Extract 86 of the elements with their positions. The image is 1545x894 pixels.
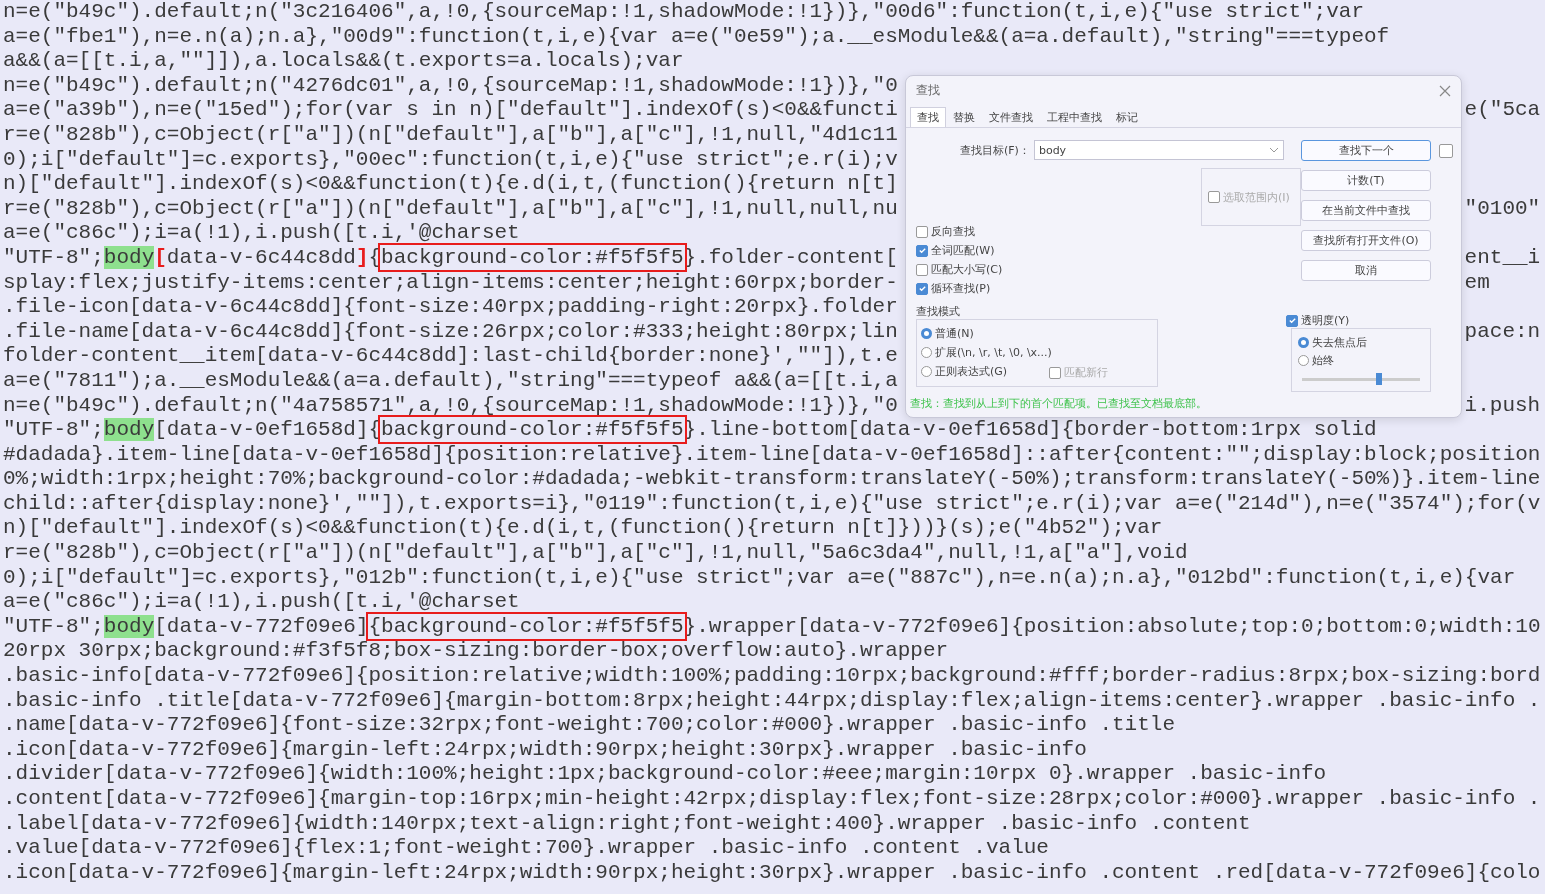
- option-checkbox[interactable]: 循环查找(P): [916, 281, 1301, 296]
- code-text: .content[data-v-772f09e6]{margin-top:16rpx;min-height:42rpx;display:flex;font-size:28rpx;color:#000}.wrapper .basic-info .: [3, 787, 1541, 810]
- status-message: 查找：查找到从上到下的首个匹配项。已查找至文档最底部。: [909, 396, 1208, 412]
- search-mode-label: 查找模式: [916, 304, 961, 319]
- matching-bracket: [: [154, 245, 167, 269]
- code-text: folder-content__item[data-v-6c44c8dd]:last-child{border:none}',""]),t.e: [3, 344, 898, 368]
- dialog-tab[interactable]: 替换: [946, 107, 982, 127]
- code-text: ent__i: [1464, 245, 1541, 271]
- code-text: [data-v-772f09e6]: [154, 614, 369, 638]
- code-text: [data-v-0ef1658d]{: [154, 418, 382, 442]
- code-text: r=e("828b"),c=Object(r["a"])(n["default"],a["b"],a["c"],!1,null,"4d1c11: [3, 122, 898, 146]
- checkmark-icon: [917, 246, 927, 255]
- dialog-button[interactable]: 查找所有打开文件(O): [1301, 230, 1431, 251]
- code-text: "UTF-8";: [3, 245, 104, 269]
- find-target-label: 查找目标(F)：: [960, 142, 1030, 158]
- code-text: pace:n: [1464, 319, 1541, 345]
- code-text: child::after{display:none}',""]),t.exports=i},"0119":function(t,i,e){"use strict";e.r(i);var a=e("214d"),n=e("3574");for(v: [3, 491, 1541, 515]
- code-text: }.wrapper[data-v-772f09e6]{position:absolute;top:0;bottom:0;width:10: [683, 614, 1541, 638]
- code-text: .icon[data-v-772f09e6]{margin-left:24rpx;width:90rpx;height:30rpx}.wrapper .basic-info: [3, 737, 1087, 761]
- option-checkbox[interactable]: 匹配大小写(C): [916, 262, 1301, 277]
- search-match: body: [103, 245, 155, 269]
- checkmark-icon: [1287, 316, 1297, 325]
- code-text: "0100": [1464, 196, 1541, 222]
- transparency-checkbox[interactable]: 透明度(Y): [1286, 313, 1461, 328]
- dialog-tab[interactable]: 文件查找: [982, 107, 1040, 127]
- code-text: n)["default"].indexOf(s)<0&&function(t){e.d(i,t,(function(){return n[t]}))}(s);e("4b52");var: [3, 516, 1163, 540]
- code-text: 0);i["default"]=c.exports},"00ec":function(t,i,e){"use strict";e.r(i);v: [3, 147, 898, 171]
- code-text: .basic-info .title[data-v-772f09e6]{margin-bottom:8rpx;height:44rpx;display:flex;align-items:center}.wrapper .basic-info .: [3, 688, 1541, 712]
- dialog-tab[interactable]: 标记: [1109, 107, 1145, 127]
- dialog-button[interactable]: 取消: [1301, 260, 1431, 281]
- code-text: a=e("c86c");i=a(!1),i.push([t.i,'@charset: [3, 221, 520, 245]
- code-text: .file-icon[data-v-6c44c8dd]{font-size:40rpx;padding-right:20rpx}.folder: [3, 295, 898, 319]
- option-checkbox[interactable]: 全词匹配(W): [916, 243, 1301, 258]
- code-text: r=e("828b"),c=Object(r["a"])(n["default"],a["b"],a["c"],!1,null,"5a6c3da4",null,!1,a["a"],void: [3, 541, 1188, 565]
- search-match: body: [103, 418, 155, 442]
- dialog-tab[interactable]: 工程中查找: [1040, 107, 1109, 127]
- code-text: .file-name[data-v-6c44c8dd]{font-size:26rpx;color:#333;height:80rpx;lin: [3, 319, 898, 343]
- code-text: 0);i["default"]=c.exports},"012b":function(t,i,e){"use strict";var a=e("887c"),n=e.n(a);n.a},"012bd":function(t,i,e){var: [3, 565, 1516, 589]
- code-text: a=e("fbe1"),n=e.n(a);n.a},"00d9":function(t,i,e){var a=e("0e59");a.__esModule&&(a=a.default),"string"===typeof: [3, 24, 1390, 48]
- code-text: 0%;width:1rpx;height:70%;background-color:#dadada;-webkit-transform:translateY(-50%);transform:translateY(-50%)}.item-line: [3, 467, 1541, 491]
- close-icon[interactable]: [1439, 84, 1451, 97]
- code-text: .divider[data-v-772f09e6]{width:100%;height:1px;background-color:#eee;margin:10rpx 0}.wrapper .basic-info: [3, 762, 1327, 786]
- checkbox[interactable]: [1439, 143, 1453, 158]
- code-text: a=e("7811");a.__esModule&&(a=a.default),"string"===typeof a&&(a=[[t.i,a: [3, 368, 898, 392]
- code-text: i.push: [1464, 393, 1541, 419]
- transparency-radio[interactable]: 始终: [1298, 353, 1424, 368]
- code-text: .label[data-v-772f09e6]{width:140rpx;text-align:right;font-weight:400}.wrapper .basic-info .content: [3, 811, 1251, 835]
- option-checkbox[interactable]: 反向查找: [916, 224, 1301, 239]
- code-text: .basic-info[data-v-772f09e6]{position:relative;width:100%;padding:10rpx;background:#fff;border-radius:8rpx;box-sizing:bord: [3, 664, 1541, 688]
- code-text: n=e("b49c").default;n("4276dc01",a,!0,{sourceMap:!1,shadowMode:!1})},"0: [3, 73, 898, 97]
- find-target-combo[interactable]: body: [1033, 140, 1284, 160]
- code-text: .name[data-v-772f09e6]{font-size:32rpx;font-weight:700;color:#000}.wrapper .basic-info .title: [3, 713, 1175, 737]
- highlight-box: background-color:#f5f5f5: [381, 245, 684, 269]
- dialog-title: 查找: [916, 82, 940, 99]
- code-text: a&&(a=[[t.i,a,""]]),a.locals&&(t.exports=a.locals);var: [3, 49, 684, 73]
- code-text: n=e("b49c").default;n("3c216406",a,!0,{sourceMap:!1,shadowMode:!1})},"00d6":function(t,i,e){"use strict";var: [3, 0, 1365, 23]
- code-text: n)["default"].indexOf(s)<0&&function(t){e.d(i,t,(function(){return n[t]: [3, 172, 898, 196]
- code-text: .value[data-v-772f09e6]{flex:1;font-weight:700}.wrapper .basic-info .content .value: [3, 836, 1049, 860]
- code-text: a=e("c86c");i=a(!1),i.push([t.i,'@charset: [3, 590, 520, 614]
- checkmark-icon: [917, 284, 927, 293]
- code-text: }.line-bottom[data-v-0ef1658d]{border-bottom:1rpx solid: [683, 418, 1377, 442]
- highlight-box: {background-color:#f5f5f5: [368, 614, 684, 638]
- code-text: "UTF-8";: [3, 418, 104, 442]
- code-text: 20rpx 30rpx;background:#f3f5f8;box-sizing:border-box;overflow:auto}.wrapper: [3, 639, 949, 663]
- transparency-radio[interactable]: 失去焦点后: [1298, 335, 1424, 350]
- code-text: e("5ca: [1464, 98, 1541, 123]
- code-text: n=e("b49c").default;n("4a758571",a,!0,{sourceMap:!1,shadowMode:!1})},"0: [3, 393, 898, 417]
- code-text: #dadada}.item-line[data-v-0ef1658d]{position:relative}.item-line[data-v-0ef1658d]::after{content:"";display:block;position: [3, 442, 1541, 466]
- code-text: r=e("828b"),c=Object(r["a"])(n["default"],a["b"],a["c"],!1,null,null,nu: [3, 196, 898, 220]
- dialog-button[interactable]: 查找下一个: [1301, 140, 1431, 161]
- matching-bracket: ]: [355, 245, 369, 269]
- code-text: "UTF-8";: [3, 614, 104, 638]
- code-text: .icon[data-v-772f09e6]{margin-left:24rpx;width:90rpx;height:30rpx}.wrapper .basic-info .content .red[data-v-772f09e6]{colo: [3, 860, 1541, 884]
- dialog-button[interactable]: 计数(T): [1301, 170, 1431, 191]
- code-text: splay:flex;justify-items:center;align-items:center;height:60rpx;border-: [3, 270, 898, 294]
- dialog-tab[interactable]: 查找: [910, 107, 946, 127]
- search-match: body: [103, 614, 155, 638]
- caret-icon: [1268, 147, 1279, 153]
- code-text: data-v-6c44c8dd: [166, 245, 356, 269]
- mode-radio[interactable]: 普通(N): [921, 326, 1153, 341]
- mode-radio[interactable]: 扩展(\n, \r, \t, \0, \x...): [921, 345, 1153, 360]
- code-text: }.folder-content[: [683, 245, 898, 269]
- dialog-button[interactable]: 在当前文件中查找: [1301, 200, 1431, 221]
- code-text: em: [1464, 270, 1490, 296]
- code-text: a=e("a39b"),n=e("15ed");for(var s in n)["default"].indexOf(s)<0&&functi: [3, 98, 898, 122]
- highlight-box: background-color:#f5f5f5: [381, 418, 684, 442]
